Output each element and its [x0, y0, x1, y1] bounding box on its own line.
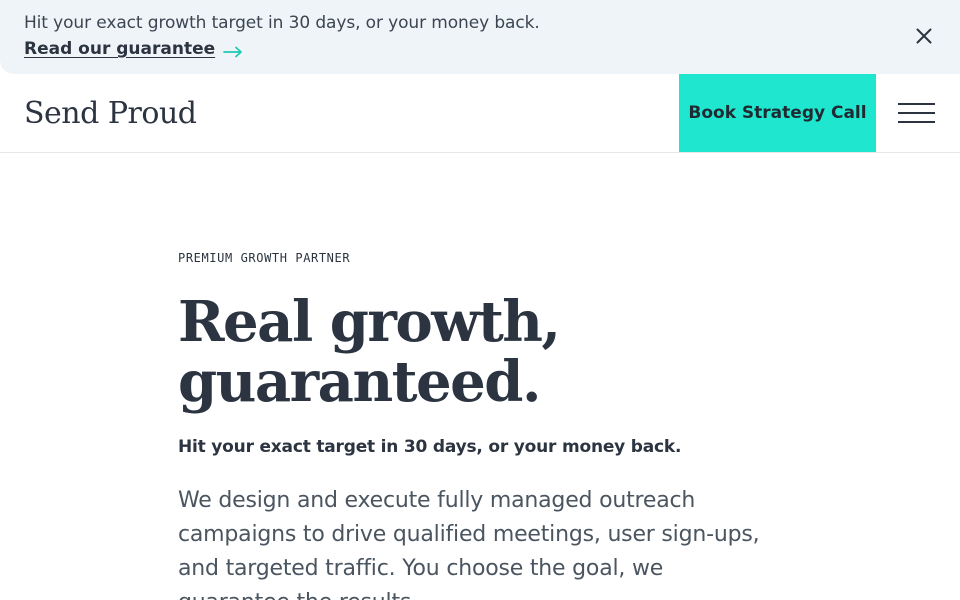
hamburger-menu-icon[interactable] [898, 100, 938, 126]
hero-headline: Real growth, guaranteed. [178, 292, 778, 412]
menu-line [898, 121, 935, 123]
hero-subhead: Hit your exact target in 30 days, or you… [178, 437, 682, 457]
site-logo[interactable]: Send Proud [24, 96, 197, 131]
menu-line [898, 103, 935, 105]
headline-line-1: Real growth, [178, 289, 561, 355]
book-strategy-call-button[interactable]: Book Strategy Call [679, 74, 876, 152]
site-header: Send Proud Book Strategy Call [0, 74, 960, 153]
hero-body: We design and execute fully managed outr… [178, 488, 760, 600]
hero-eyebrow: PREMIUM GROWTH PARTNER [178, 251, 351, 265]
menu-line [898, 112, 935, 114]
close-banner-button[interactable] [908, 22, 940, 54]
read-guarantee-link[interactable]: Read our guarantee [24, 39, 243, 59]
arrow-right-icon [223, 43, 243, 58]
announcement-banner: Hit your exact growth target in 30 days,… [0, 0, 960, 74]
read-guarantee-label: Read our guarantee [24, 39, 216, 59]
headline-line-2: guaranteed. [178, 349, 541, 415]
banner-message: Hit your exact growth target in 30 days,… [24, 13, 540, 33]
close-icon [916, 28, 932, 48]
